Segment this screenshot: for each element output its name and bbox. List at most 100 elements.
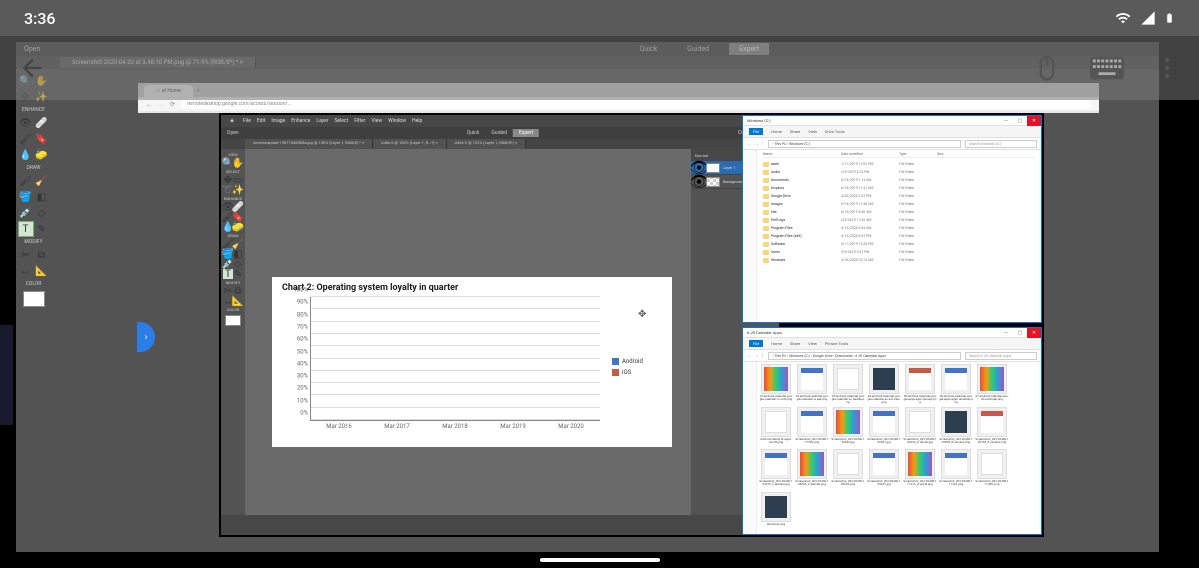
thumbnail[interactable]: Screenshot_202 00406-193148_B usiness.pn… <box>975 407 1009 448</box>
search-input[interactable]: Search Windows (C:) <box>965 140 1037 148</box>
hand-tool-icon[interactable]: ✋ <box>233 158 243 168</box>
straighten-icon[interactable]: 📐 <box>34 263 50 279</box>
ribbon-file[interactable]: File <box>749 340 763 347</box>
marquee-tool-icon[interactable]: ▭ <box>233 175 243 185</box>
content-move-icon[interactable]: ↔ <box>18 263 34 279</box>
file-row[interactable]: Images9/14/2019 11:38 AMFile folder <box>763 200 1035 208</box>
gesture-pill[interactable] <box>540 558 660 562</box>
file-explorer-bottom[interactable]: 6 JR Calendar Apps — ▢ ✕ File Home Share… <box>742 327 1042 535</box>
thumbnail[interactable]: 05-android-calendar-google-apps-agen da-… <box>903 364 937 405</box>
pencil-icon[interactable]: ✎ <box>233 269 243 279</box>
thumbnail[interactable]: 02-android-calendar-google-calendar-w ee… <box>795 364 829 405</box>
thumbnail[interactable]: Screenshot_202 00406-193632.png <box>831 449 865 490</box>
ribbon-home[interactable]: Home <box>771 341 782 346</box>
ribbon-view[interactable]: View <box>808 129 817 134</box>
col-type[interactable]: Type <box>899 152 937 156</box>
inner-doc-tab-2[interactable]: U48x-2 @ 122% (Layer 1, RGB/8*) × <box>447 139 527 149</box>
back-button[interactable] <box>12 48 52 88</box>
mouse-mode-icon[interactable] <box>1027 48 1067 88</box>
file-row[interactable]: Program Files4/13/2020 6:34 AMFile folde… <box>763 224 1035 232</box>
file-row[interactable]: Dropbox6/14/2019 11:41 AMFile folder <box>763 184 1035 192</box>
eyedrop-icon[interactable]: 💉 <box>223 259 233 269</box>
keyboard-icon[interactable] <box>1087 48 1127 88</box>
file-row[interactable]: Users9/5/2018 3:47 PMFile folder <box>763 248 1035 256</box>
remote-session-viewport[interactable]: Open Quick Guided Expert Screenshot 2020… <box>16 42 1199 552</box>
thumbnail[interactable]: Screenshot_202 00406-193647.jpg <box>867 449 901 490</box>
explorer-titlebar[interactable]: 6 JR Calendar Apps — ▢ ✕ <box>743 328 1041 338</box>
file-row[interactable]: PerfLogs2/3/2018 11:32 AMFile folder <box>763 216 1035 224</box>
col-size[interactable]: Size <box>937 152 971 156</box>
menu-edit[interactable]: Edit <box>257 118 265 124</box>
visibility-icon[interactable]: 👁 <box>695 178 703 186</box>
gradient-tool-icon[interactable]: ◧ <box>34 189 50 205</box>
eyedropper-icon[interactable]: 💉 <box>18 205 34 221</box>
thumbnail[interactable]: Screenshot_202 00408-111450.p ng <box>975 449 1009 490</box>
nav-back-icon[interactable]: ← <box>747 141 752 147</box>
fill-tool-icon[interactable]: 🪣 <box>18 189 34 205</box>
menu-window[interactable]: Window <box>388 118 406 124</box>
file-row[interactable]: kits6/15/2019 8:40 AMFile folder <box>763 208 1035 216</box>
visibility-icon[interactable]: 👁 <box>695 164 703 172</box>
thumbnail[interactable]: Screenshot_202 00408-111216_D igiCal.png <box>903 449 937 490</box>
brush-tool-icon[interactable]: 🖌 <box>18 173 34 189</box>
spot-heal-icon[interactable]: 🩹 <box>233 202 243 212</box>
nav-back-icon[interactable]: ← <box>146 101 152 108</box>
column-headers[interactable]: Name Date modified Type Size <box>763 152 1035 158</box>
ribbon-home[interactable]: Home <box>771 129 782 134</box>
col-name[interactable]: Name <box>763 152 841 156</box>
thumbnail[interactable]: 03-android-calendar-google-calendar-sc h… <box>831 364 865 405</box>
shape-icon[interactable]: ◇ <box>233 259 243 269</box>
file-row[interactable]: aadrl1/11/2019 12:02 PMFile folder <box>763 160 1035 168</box>
menu-file[interactable]: File <box>243 118 251 124</box>
address-bar[interactable]: remotedesktop.google.com/access/session/… <box>181 100 1091 109</box>
explorer-navpane[interactable] <box>743 150 757 322</box>
type-tool-icon[interactable]: T <box>223 269 233 279</box>
file-explorer-top[interactable]: Windows (C:) — ▢ ✕ File Home Share View … <box>742 115 1042 323</box>
eraser-tool-icon[interactable]: 🧹 <box>34 173 50 189</box>
inner-mode-guided[interactable]: Guided <box>485 129 513 137</box>
pencil-tool-icon[interactable]: ✎ <box>34 221 50 237</box>
explorer-file-list[interactable]: Name Date modified Type Size aadrl1/11/2… <box>757 150 1041 322</box>
layers-dropdown[interactable]: Normal <box>695 153 708 158</box>
nav-fwd-icon[interactable]: → <box>754 353 759 359</box>
nav-up-icon[interactable]: ↑ <box>761 141 764 147</box>
inner-mode-quick[interactable]: Quick <box>461 129 486 137</box>
breadcrumb[interactable]: › This PC › Windows (C:) › Google Drive … <box>768 352 962 360</box>
straighten-icon[interactable]: 📐 <box>233 296 243 306</box>
nav-fwd-icon[interactable]: → <box>754 141 759 147</box>
inner-doc-tab-1[interactable]: U48x-2 @ 100% (Layer 1, R...*) × <box>373 139 447 149</box>
ribbon-share[interactable]: Share <box>790 341 800 346</box>
ribbon-picture[interactable]: Picture Tools <box>825 341 848 346</box>
overflow-menu-icon[interactable] <box>1147 48 1187 88</box>
col-date[interactable]: Date modified <box>841 152 899 156</box>
nav-up-icon[interactable]: ↑ <box>761 353 764 359</box>
spot-heal-icon[interactable]: 🩹 <box>34 115 50 131</box>
file-row[interactable]: Documents5/14/2019 1:14 AMFile folder <box>763 176 1035 184</box>
thumbnail[interactable]: 06-android-calendar-google-apps-agen da-… <box>939 364 973 405</box>
inner-photoshop-elements-window[interactable]: ◈ File Edit Image Enhance Layer Select F… <box>221 115 779 535</box>
breadcrumb[interactable]: › This PC › Windows (C:) <box>768 140 962 148</box>
wand-tool-icon[interactable]: ✨ <box>233 185 243 195</box>
gradient-icon[interactable]: ◧ <box>233 249 243 259</box>
clone-stamp-icon[interactable]: 🔖 <box>34 131 50 147</box>
smart-brush-icon[interactable]: 🖌 <box>18 131 34 147</box>
thumbnail[interactable]: Screenshot_202 00408-111322.png <box>939 449 973 490</box>
thumbnail[interactable]: Screenshot_202 00406-192639_O utlook.jpg <box>903 407 937 448</box>
file-row[interactable]: Program Files (x86)4/13/2020 6:37 PMFile… <box>763 232 1035 240</box>
recompose-icon[interactable]: ⧉ <box>233 286 243 296</box>
menu-image[interactable]: Image <box>271 118 285 124</box>
maximize-button[interactable]: ▢ <box>1013 328 1027 338</box>
thumbnail[interactable]: tempsnip.png <box>759 492 793 533</box>
reload-icon[interactable]: ⟳ <box>170 101 175 108</box>
menu-select[interactable]: Select <box>334 118 348 124</box>
thumbnail[interactable]: Screenshot_202 00406-192631.jpg <box>867 407 901 448</box>
menu-enhance[interactable]: Enhance <box>291 118 310 124</box>
crop-icon[interactable]: ✂ <box>223 286 233 296</box>
sponge-tool-icon[interactable]: 🧽 <box>34 147 50 163</box>
move-tool-icon[interactable]: ✥ <box>223 175 233 185</box>
ribbon-share[interactable]: Share <box>790 129 800 134</box>
close-button[interactable]: ✕ <box>1027 116 1041 126</box>
recompose-icon[interactable]: ⧉ <box>34 247 50 263</box>
thumbnail[interactable]: Screenshot_202 00406-190445.jpg <box>831 407 865 448</box>
minimize-button[interactable]: — <box>999 116 1013 126</box>
